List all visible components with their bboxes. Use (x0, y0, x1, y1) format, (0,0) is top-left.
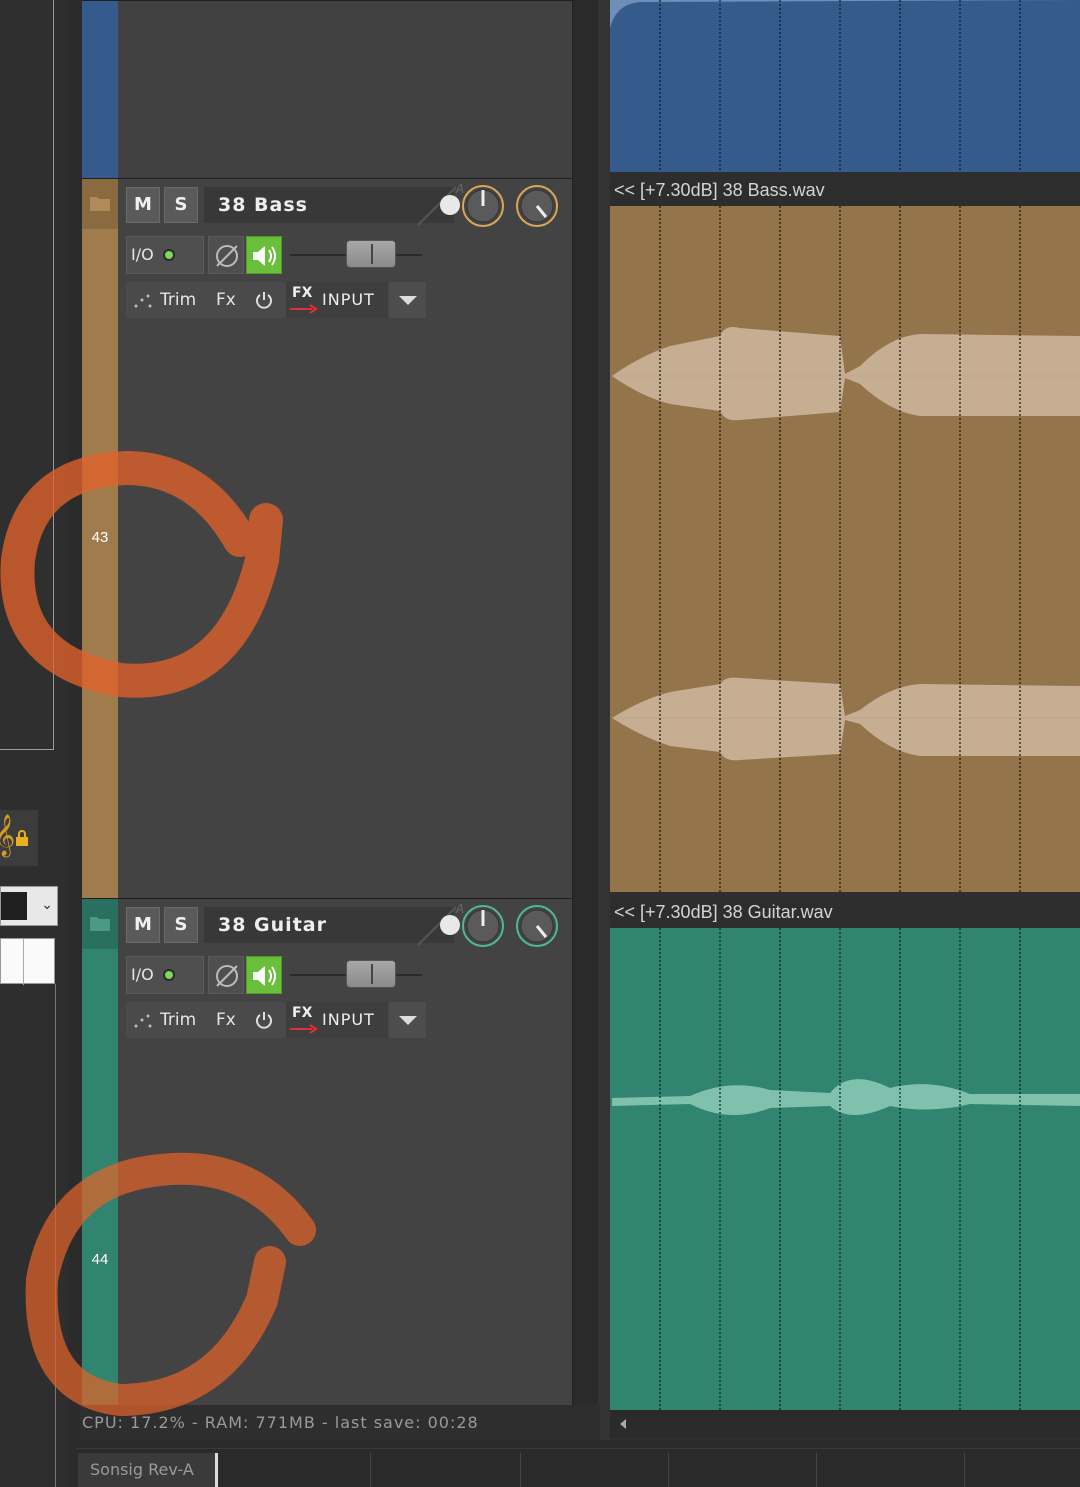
io-label: I/O (131, 965, 154, 984)
folder-icon (90, 917, 110, 931)
tcp-arrange-divider[interactable] (598, 0, 610, 1440)
fx-input-button[interactable]: FX INPUT (286, 1002, 388, 1038)
envelope-button[interactable] (208, 236, 244, 274)
tab-divider (668, 1453, 669, 1487)
tab-divider (370, 1453, 371, 1487)
color-swatch (1, 892, 27, 920)
folder-cell[interactable] (82, 899, 118, 949)
volume-fader-handle[interactable] (346, 240, 396, 268)
track-number: 44 (91, 1251, 109, 1268)
track-bass[interactable]: 43 M S 38 Bass A I/O Trim Fx FX INPUT (82, 178, 572, 898)
bass-waveform (612, 206, 1080, 892)
lock-icon[interactable] (14, 830, 30, 846)
media-item-top[interactable] (610, 0, 1080, 172)
field-divider (23, 939, 24, 985)
io-led-icon (163, 969, 175, 981)
media-item-guitar[interactable] (610, 928, 1080, 1410)
power-icon[interactable] (254, 1010, 274, 1030)
solo-button[interactable]: S (164, 187, 198, 223)
pan-knob[interactable] (514, 183, 560, 229)
volume-knob[interactable] (460, 903, 506, 949)
mute-button[interactable]: M (126, 187, 160, 223)
volume-knob[interactable] (460, 183, 506, 229)
envelope-icon (216, 965, 238, 987)
speaker-icon (253, 966, 276, 986)
fx-input-label: INPUT (322, 290, 375, 309)
arrange-view[interactable]: << [+7.30dB] 38 Bass.wav << [+7.30dB] 38… (610, 0, 1080, 1440)
track-guitar[interactable]: 44 M S 38 Guitar A I/O Trim Fx FX INPUT (82, 898, 572, 1405)
fx-input-fx-label: FX (292, 1005, 313, 1021)
fx-button[interactable]: Fx (216, 1002, 236, 1038)
folder-cell[interactable] (82, 179, 118, 229)
track-number: 43 (91, 529, 109, 546)
envelope-button[interactable] (208, 956, 244, 994)
treble-clef-icon[interactable]: 𝄞 (0, 818, 15, 854)
trim-icon (134, 294, 152, 308)
io-row: I/O (126, 236, 426, 274)
track-name-row: M S 38 Guitar A (126, 903, 466, 947)
folder-icon (90, 197, 110, 211)
left-color-select[interactable]: ⌄ (0, 886, 58, 926)
fx-input-fx-label: FX (292, 285, 313, 301)
status-bar: CPU: 17.2% - RAM: 771MB - last save: 00:… (80, 1405, 600, 1440)
left-panel-box (0, 0, 54, 750)
record-arm-icon[interactable] (440, 915, 460, 935)
track-top-partial[interactable] (82, 0, 572, 178)
project-tab[interactable]: Sonsig Rev-A (78, 1453, 218, 1487)
track-color-strip[interactable] (82, 1, 118, 178)
io-led-icon (163, 249, 175, 261)
speaker-button[interactable] (246, 956, 282, 994)
beat-grid (610, 0, 1080, 172)
media-item-label[interactable]: << [+7.30dB] 38 Bass.wav (610, 174, 1080, 206)
fx-row: Trim Fx FX INPUT (126, 1002, 426, 1038)
io-button[interactable]: I/O (126, 236, 204, 274)
io-row: I/O (126, 956, 426, 994)
left-divider-line (55, 984, 56, 1487)
chevron-down-icon: ⌄ (41, 897, 53, 913)
scroll-left-icon[interactable] (620, 1419, 626, 1429)
media-item-label[interactable]: << [+7.30dB] 38 Guitar.wav (610, 896, 1080, 928)
io-label: I/O (131, 245, 154, 264)
left-white-field[interactable] (0, 938, 55, 985)
guitar-waveform (612, 928, 1080, 1410)
mute-button[interactable]: M (126, 907, 160, 943)
fx-input-label: INPUT (322, 1010, 375, 1029)
media-item-bass[interactable] (610, 206, 1080, 892)
power-icon[interactable] (254, 290, 274, 310)
arrow-right-icon (290, 1024, 318, 1034)
left-panel: 𝄞 ⌄ (0, 0, 68, 1487)
tcp-scrollbar[interactable] (572, 0, 598, 1405)
fx-row: Trim Fx FX INPUT (126, 282, 426, 318)
volume-fader-handle[interactable] (346, 960, 396, 988)
trim-button[interactable]: Trim (160, 282, 196, 318)
track-color-strip[interactable] (82, 899, 118, 1405)
track-dropdown-button[interactable] (390, 1002, 426, 1038)
project-tab-bar: Sonsig Rev-A (76, 1448, 1080, 1487)
arrange-horizontal-scrollbar[interactable] (610, 1410, 1080, 1438)
fx-button[interactable]: Fx (216, 282, 236, 318)
io-button[interactable]: I/O (126, 956, 204, 994)
solo-button[interactable]: S (164, 907, 198, 943)
trim-button[interactable]: Trim (160, 1002, 196, 1038)
trim-icon (134, 1014, 152, 1028)
track-dropdown-button[interactable] (390, 282, 426, 318)
speaker-icon (253, 246, 276, 266)
tab-divider (520, 1453, 521, 1487)
pan-knob[interactable] (514, 903, 560, 949)
arrow-right-icon (290, 304, 318, 314)
tab-divider (964, 1453, 965, 1487)
envelope-icon (216, 245, 238, 267)
tab-divider (816, 1453, 817, 1487)
record-arm-icon[interactable] (440, 195, 460, 215)
speaker-button[interactable] (246, 236, 282, 274)
track-name-row: M S 38 Bass A (126, 183, 466, 227)
fx-input-button[interactable]: FX INPUT (286, 282, 388, 318)
